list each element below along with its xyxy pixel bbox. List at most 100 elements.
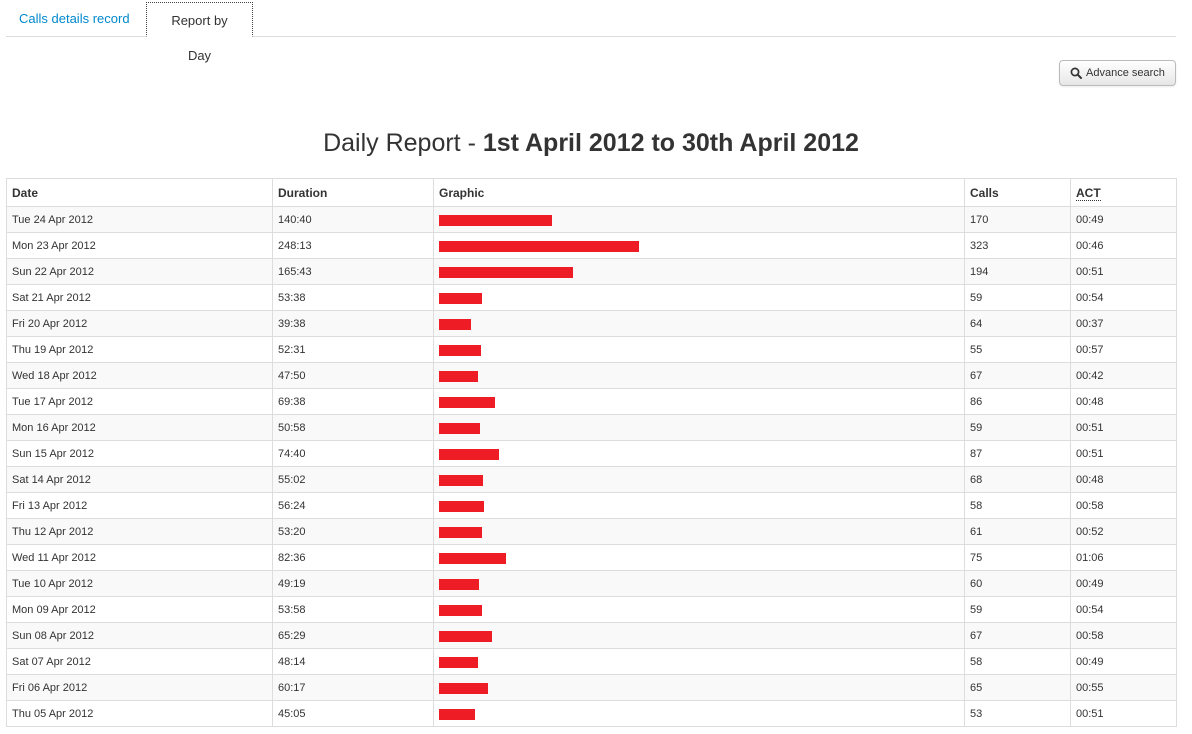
cell-duration: 52:31 [272, 336, 434, 363]
duration-bar [439, 215, 552, 226]
cell-duration: 82:36 [272, 544, 434, 571]
table-row: Sat 21 Apr 2012 53:38 59 00:54 [6, 284, 1177, 311]
cell-duration: 65:29 [272, 622, 434, 649]
duration-bar [439, 683, 488, 694]
duration-bar [439, 527, 482, 538]
cell-act: 00:54 [1070, 596, 1177, 623]
tab-report-by-day[interactable]: Report by Day [146, 2, 253, 63]
cell-date: Thu 05 Apr 2012 [6, 700, 273, 727]
table-body: Tue 24 Apr 2012 140:40 170 00:49 Mon 23 Apr … [6, 206, 1177, 727]
advance-search-button[interactable]: Advance search [1059, 60, 1176, 86]
cell-calls: 64 [964, 310, 1071, 337]
cell-calls: 323 [964, 232, 1071, 259]
cell-act: 00:49 [1070, 570, 1177, 597]
cell-graphic [433, 206, 965, 233]
cell-calls: 60 [964, 570, 1071, 597]
cell-duration: 74:40 [272, 440, 434, 467]
cell-act: 00:46 [1070, 232, 1177, 259]
cell-act: 00:51 [1070, 414, 1177, 441]
table-row: Mon 23 Apr 2012 248:13 323 00:46 [6, 232, 1177, 259]
cell-act: 00:49 [1070, 206, 1177, 233]
column-header-duration[interactable]: Duration [272, 178, 434, 207]
cell-date: Tue 10 Apr 2012 [6, 570, 273, 597]
cell-act: 00:48 [1070, 388, 1177, 415]
table-row: Thu 12 Apr 2012 53:20 61 00:52 [6, 518, 1177, 545]
duration-bar [439, 449, 499, 460]
cell-act: 00:49 [1070, 648, 1177, 675]
table-row: Fri 13 Apr 2012 56:24 58 00:58 [6, 492, 1177, 519]
cell-graphic [433, 362, 965, 389]
cell-calls: 87 [964, 440, 1071, 467]
cell-act: 00:51 [1070, 440, 1177, 467]
duration-bar [439, 475, 483, 486]
cell-duration: 69:38 [272, 388, 434, 415]
cell-graphic [433, 674, 965, 701]
table-row: Sat 07 Apr 2012 48:14 58 00:49 [6, 648, 1177, 675]
cell-duration: 49:19 [272, 570, 434, 597]
cell-date: Sat 14 Apr 2012 [6, 466, 273, 493]
duration-bar [439, 345, 481, 356]
cell-act: 00:58 [1070, 622, 1177, 649]
cell-calls: 58 [964, 492, 1071, 519]
table-row: Sun 22 Apr 2012 165:43 194 00:51 [6, 258, 1177, 285]
cell-date: Sun 22 Apr 2012 [6, 258, 273, 285]
cell-duration: 56:24 [272, 492, 434, 519]
cell-calls: 67 [964, 622, 1071, 649]
cell-calls: 67 [964, 362, 1071, 389]
cell-date: Wed 18 Apr 2012 [6, 362, 273, 389]
tab-calls-details-record[interactable]: Calls details record [7, 0, 142, 35]
cell-duration: 53:38 [272, 284, 434, 311]
cell-calls: 59 [964, 284, 1071, 311]
table-row: Fri 20 Apr 2012 39:38 64 00:37 [6, 310, 1177, 337]
report-tabs: Calls details record Report by Day [6, 0, 1176, 63]
cell-duration: 50:58 [272, 414, 434, 441]
cell-duration: 48:14 [272, 648, 434, 675]
cell-date: Tue 17 Apr 2012 [6, 388, 273, 415]
table-row: Sun 08 Apr 2012 65:29 67 00:58 [6, 622, 1177, 649]
cell-calls: 194 [964, 258, 1071, 285]
table-row: Wed 11 Apr 2012 82:36 75 01:06 [6, 544, 1177, 571]
table-row: Mon 16 Apr 2012 50:58 59 00:51 [6, 414, 1177, 441]
search-icon [1070, 67, 1083, 79]
cell-graphic [433, 518, 965, 545]
cell-calls: 170 [964, 206, 1071, 233]
cell-date: Sat 21 Apr 2012 [6, 284, 273, 311]
cell-duration: 45:05 [272, 700, 434, 727]
table-row: Thu 05 Apr 2012 45:05 53 00:51 [6, 700, 1177, 727]
column-header-calls[interactable]: Calls [964, 178, 1071, 207]
cell-calls: 59 [964, 414, 1071, 441]
cell-date: Sun 08 Apr 2012 [6, 622, 273, 649]
cell-graphic [433, 466, 965, 493]
cell-act: 00:57 [1070, 336, 1177, 363]
duration-bar [439, 657, 478, 668]
cell-date: Tue 24 Apr 2012 [6, 206, 273, 233]
advance-search-label: Advance search [1086, 67, 1165, 79]
table-row: Sat 14 Apr 2012 55:02 68 00:48 [6, 466, 1177, 493]
column-header-graphic: Graphic [433, 178, 965, 207]
duration-bar [439, 319, 471, 330]
cell-duration: 53:20 [272, 518, 434, 545]
column-header-act[interactable]: ACT [1070, 178, 1177, 207]
cell-graphic [433, 570, 965, 597]
duration-bar [439, 709, 475, 720]
duration-bar [439, 579, 479, 590]
column-header-date[interactable]: Date [6, 178, 273, 207]
cell-date: Thu 12 Apr 2012 [6, 518, 273, 545]
cell-calls: 86 [964, 388, 1071, 415]
table-header-row: Date Duration Graphic Calls ACT [6, 178, 1177, 207]
cell-date: Sun 15 Apr 2012 [6, 440, 273, 467]
cell-duration: 47:50 [272, 362, 434, 389]
act-abbreviation: ACT [1076, 185, 1101, 201]
cell-calls: 75 [964, 544, 1071, 571]
cell-graphic [433, 336, 965, 363]
duration-bar [439, 631, 492, 642]
cell-act: 00:55 [1070, 674, 1177, 701]
duration-bar [439, 241, 639, 252]
cell-graphic [433, 310, 965, 337]
table-row: Mon 09 Apr 2012 53:58 59 00:54 [6, 596, 1177, 623]
cell-graphic [433, 544, 965, 571]
cell-date: Fri 20 Apr 2012 [6, 310, 273, 337]
cell-graphic [433, 284, 965, 311]
cell-graphic [433, 700, 965, 727]
cell-graphic [433, 622, 965, 649]
